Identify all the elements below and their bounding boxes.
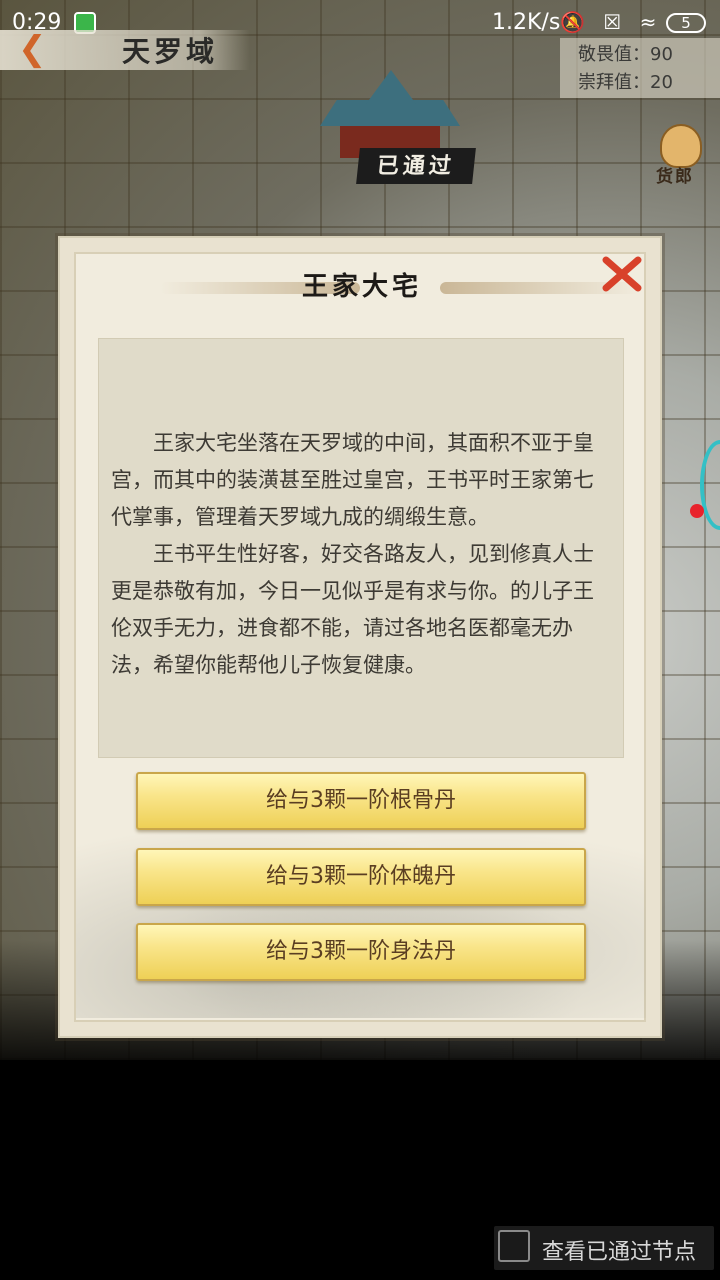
- show-passed-checkbox[interactable]: [498, 1230, 530, 1262]
- choice-button-shenfa[interactable]: 给与3颗一阶身法丹: [136, 923, 586, 981]
- description-box: 王家大宅坐落在天罗域的中间，其面积不亚于皇宫，而其中的装潢甚至胜过皇宫，王书平时…: [98, 338, 624, 758]
- choice-button-tipo[interactable]: 给与3颗一阶体魄丹: [136, 848, 586, 906]
- dialog-title: 王家大宅: [301, 272, 422, 302]
- worship-value: 崇拜值：20: [578, 72, 673, 93]
- mute-bell-icon: 🔕: [560, 10, 591, 34]
- passed-node-pavilion[interactable]: 已通过: [318, 70, 476, 190]
- description-paragraph: 王家大宅坐落在天罗域的中间，其面积不亚于皇宫，而其中的装潢甚至胜过皇宫，王书平时…: [111, 431, 594, 529]
- battery-icon: 5: [666, 13, 706, 33]
- merchant-button[interactable]: 货郎: [648, 122, 712, 192]
- close-button[interactable]: [600, 254, 644, 294]
- stats-panel: 敬畏值：90 崇拜值：20: [560, 38, 720, 98]
- close-icon: [602, 256, 642, 292]
- merchant-label: 货郎: [656, 167, 694, 187]
- map-title: 天罗域: [122, 35, 219, 68]
- sim-x-icon: ☒: [603, 10, 628, 34]
- show-passed-label: 查看已通过节点: [542, 1240, 697, 1265]
- event-dialog: 王家大宅 王家大宅坐落在天罗域的中间，其面积不亚于皇宫，而其中的装潢甚至胜过皇宫…: [58, 236, 662, 1038]
- description-text: 王家大宅坐落在天罗域的中间，其面积不亚于皇宫，而其中的装潢甚至胜过皇宫，王书平时…: [111, 425, 611, 684]
- dialog-landscape: [76, 798, 646, 1018]
- awe-value: 敬畏值：90: [578, 44, 673, 65]
- passed-tag: 已通过: [356, 148, 476, 184]
- notification-dot: [690, 504, 704, 518]
- description-paragraph: 王书平生性好客，好交各路友人，见到修真人士更是恭敬有加，今日一见似乎是有求与你。…: [111, 542, 594, 677]
- pavilion-tower: [366, 70, 416, 104]
- back-arrow-icon[interactable]: ❮: [18, 32, 48, 66]
- show-passed-nodes-toggle[interactable]: 查看已通过节点: [494, 1226, 714, 1270]
- network-speed: 1.2K/s: [492, 10, 561, 35]
- choice-button-gengu[interactable]: 给与3颗一阶根骨丹: [136, 772, 586, 830]
- status-icons: 🔕 ☒ ≈: [560, 10, 662, 34]
- wifi-icon: ≈: [639, 10, 663, 34]
